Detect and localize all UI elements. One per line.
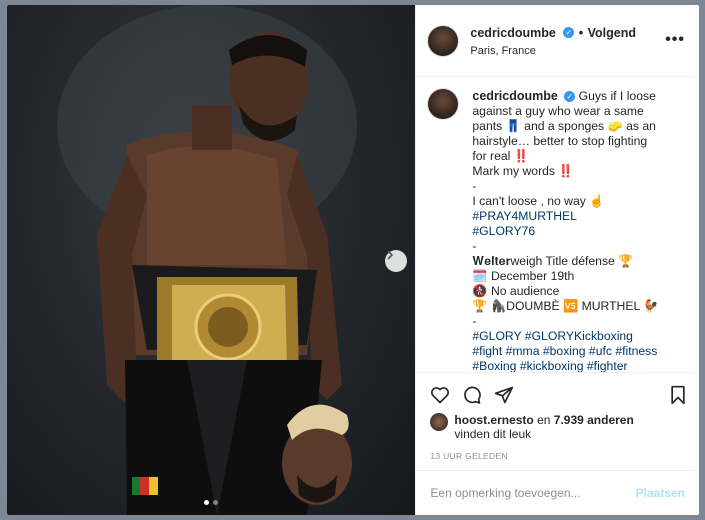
liker-avatar[interactable]	[430, 413, 449, 431]
caption-line: -	[472, 179, 477, 193]
hashtag-link[interactable]: #GLORY76	[472, 224, 658, 239]
comment-icon[interactable]	[462, 385, 482, 405]
likes-count-link[interactable]: 7.939 anderen	[554, 413, 634, 427]
caption-line: pants 👖 and a sponges 🧽 as an	[472, 119, 656, 133]
caption-username[interactable]: cedricdoumbe	[472, 89, 557, 103]
carousel-dot[interactable]	[213, 500, 219, 505]
hashtag-link[interactable]: #GLORY #GLORYKickboxing	[472, 329, 658, 344]
action-bar	[416, 373, 699, 409]
hashtag-link[interactable]: #PRAY4MURTHEL	[472, 209, 658, 224]
likes-connector: en	[533, 413, 554, 427]
location-link[interactable]: Paris, France	[470, 45, 636, 57]
post-header-info: cedricdoumbe ✓ • Volgend Paris, France	[470, 24, 636, 57]
fighter-illustration	[57, 5, 357, 515]
post-timestamp[interactable]: 13 UUR GELEDEN	[416, 441, 699, 461]
likes-summary: hoost.ernesto en 7.939 anderen vinden di…	[416, 409, 699, 441]
following-button[interactable]: Volgend	[588, 26, 636, 40]
caption-block: cedricdoumbe ✓ Guys if I loose against a…	[416, 77, 699, 373]
caption-line: I can't loose , no way ☝️	[472, 194, 605, 208]
avatar[interactable]	[428, 25, 459, 56]
caption-line: Guys if I loose	[578, 89, 656, 103]
caption-line: 🚷 No audience	[472, 284, 560, 298]
carousel-dot[interactable]	[204, 500, 210, 505]
carousel-dots	[7, 500, 415, 505]
more-options-icon[interactable]: •••	[665, 31, 685, 49]
caption-line: against a guy who wear a same	[472, 104, 644, 118]
chevron-right-icon	[387, 250, 394, 260]
verified-icon: ✓	[564, 91, 576, 103]
carousel-next-button[interactable]	[385, 250, 407, 272]
heart-icon[interactable]	[430, 385, 450, 405]
likes-tail: vinden dit leuk	[454, 427, 532, 441]
comment-bar: Een opmerking toevoegen... Plaatsen	[416, 470, 699, 515]
post-sidebar: cedricdoumbe ✓ • Volgend Paris, France •…	[415, 5, 699, 515]
share-icon[interactable]	[494, 385, 514, 405]
caption-line: hairstyle… better to stop fighting	[472, 134, 648, 148]
post-modal: cedricdoumbe ✓ • Volgend Paris, France •…	[7, 5, 699, 515]
likes-text: hoost.ernesto en 7.939 anderen vinden di…	[454, 413, 633, 441]
caption-text: cedricdoumbe ✓ Guys if I loose against a…	[472, 89, 658, 372]
post-header: cedricdoumbe ✓ • Volgend Paris, France •…	[416, 5, 699, 77]
username-link[interactable]: cedricdoumbe	[470, 26, 555, 40]
caption-line: 𝐖𝐞𝐥𝐭𝐞𝐫weigh Title défense 🏆	[472, 254, 634, 268]
post-photo[interactable]	[7, 5, 416, 515]
post-comment-button[interactable]: Plaatsen	[636, 486, 685, 500]
caption-line: -	[472, 314, 477, 328]
follow-separator: •	[578, 26, 584, 40]
caption-line: 🗓️ December 19th	[472, 269, 575, 283]
caption-line: for real ‼️	[472, 149, 529, 163]
caption-line: -	[472, 239, 477, 253]
comment-input[interactable]: Een opmerking toevoegen...	[430, 486, 635, 500]
caption-line: Mark my words ‼️	[472, 164, 574, 178]
liker-username[interactable]: hoost.ernesto	[454, 413, 533, 427]
verified-icon: ✓	[563, 27, 575, 39]
avatar[interactable]	[428, 89, 459, 119]
hashtag-link[interactable]: #fight #mma #boxing #ufc #fitness	[472, 344, 658, 359]
caption-line: 🏆 🦍DOUMBÈ 🆚 MURTHEL 🐓	[472, 299, 659, 313]
hashtag-link[interactable]: #Boxing #kickboxing #fighter	[472, 359, 658, 372]
bookmark-icon[interactable]	[669, 385, 687, 405]
